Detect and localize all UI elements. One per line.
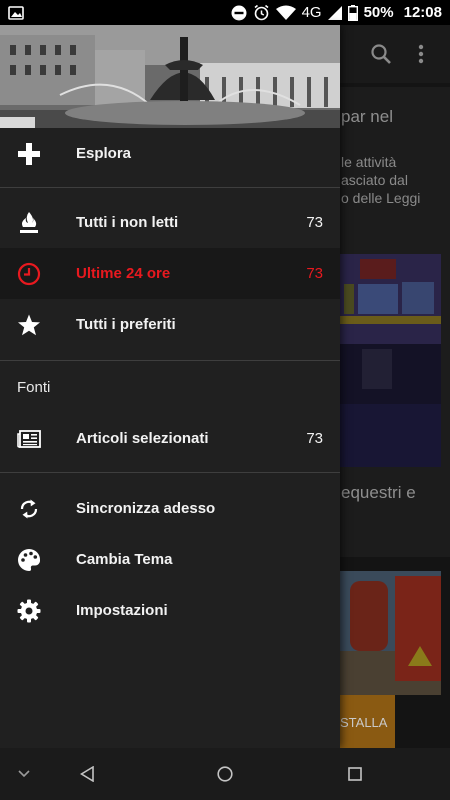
navigation-drawer: Esplora Tutti i non letti 73 Ultime 24 o… <box>0 25 340 748</box>
newspaper-icon <box>17 427 41 451</box>
menu-item-label: Esplora <box>76 145 132 162</box>
dnd-icon <box>231 5 247 21</box>
settings-icon <box>17 599 41 623</box>
menu-item-sincronizza[interactable]: Sincronizza adesso <box>0 483 340 534</box>
menu-item-impostazioni[interactable]: Impostazioni <box>0 585 340 636</box>
menu-item-ultime-24-ore[interactable]: Ultime 24 ore 73 <box>0 248 340 299</box>
divider <box>0 472 340 473</box>
article-image-slot-machines <box>340 254 441 467</box>
battery-level: 50% <box>363 4 394 21</box>
back-icon[interactable] <box>72 748 102 800</box>
gallery-icon <box>8 5 24 20</box>
divider <box>0 360 340 361</box>
menu-item-tutti-non-letti[interactable]: Tutti i non letti 73 <box>0 197 340 248</box>
clock-icon <box>17 262 41 286</box>
article-snippet-line: asciato dal <box>341 172 408 188</box>
source-count: 73 <box>306 430 323 447</box>
menu-item-label: Sincronizza adesso <box>76 500 216 517</box>
recents-icon[interactable] <box>340 748 370 800</box>
article-snippet-line: le attività <box>341 154 397 170</box>
clock: 12:08 <box>403 4 442 21</box>
signal-icon <box>327 5 342 20</box>
sync-icon <box>17 497 41 521</box>
star-icon <box>17 313 41 337</box>
menu-item-label: Tutti i preferiti <box>76 316 176 333</box>
article-title: par nel <box>341 107 393 126</box>
menu-item-articoli-selezionati[interactable]: Articoli selezionati 73 <box>0 413 340 464</box>
menu-item-cambia-tema[interactable]: Cambia Tema <box>0 534 340 585</box>
network-type: 4G <box>301 4 322 21</box>
battery-icon <box>347 4 358 21</box>
drawer-header-image <box>0 25 340 128</box>
alarm-icon <box>253 4 270 21</box>
palette-icon <box>17 548 41 572</box>
collapse-chevron-icon[interactable] <box>10 748 38 800</box>
menu-item-tutti-preferiti[interactable]: Tutti i preferiti <box>0 299 340 350</box>
article-title: equestri e <box>341 483 416 502</box>
divider <box>0 187 340 188</box>
overflow-menu-icon[interactable] <box>418 43 424 70</box>
menu-item-esplora[interactable]: Esplora <box>0 128 340 179</box>
menu-item-label: Impostazioni <box>76 602 168 619</box>
recent-count: 73 <box>306 265 323 282</box>
flame-icon <box>17 211 41 235</box>
install-button-label: STALLA <box>340 714 388 730</box>
article-snippet-line: o delle Leggi <box>341 190 421 206</box>
menu-item-label: Articoli selezionati <box>76 430 209 447</box>
search-icon[interactable] <box>370 43 392 70</box>
menu-item-label: Ultime 24 ore <box>76 265 171 282</box>
menu-item-label: Cambia Tema <box>76 551 173 568</box>
wifi-icon <box>275 5 296 20</box>
plus-icon <box>17 142 41 166</box>
article-image-rescue-workers <box>340 571 441 695</box>
menu-item-label: Tutti i non letti <box>76 214 179 231</box>
status-bar: 4G 50% 12:08 <box>0 0 450 25</box>
install-button[interactable]: STALLA <box>340 695 395 749</box>
home-icon[interactable] <box>210 748 240 800</box>
unread-count: 73 <box>306 214 323 231</box>
system-navigation-bar <box>0 748 450 800</box>
sources-section-title: Fonti <box>17 379 51 396</box>
